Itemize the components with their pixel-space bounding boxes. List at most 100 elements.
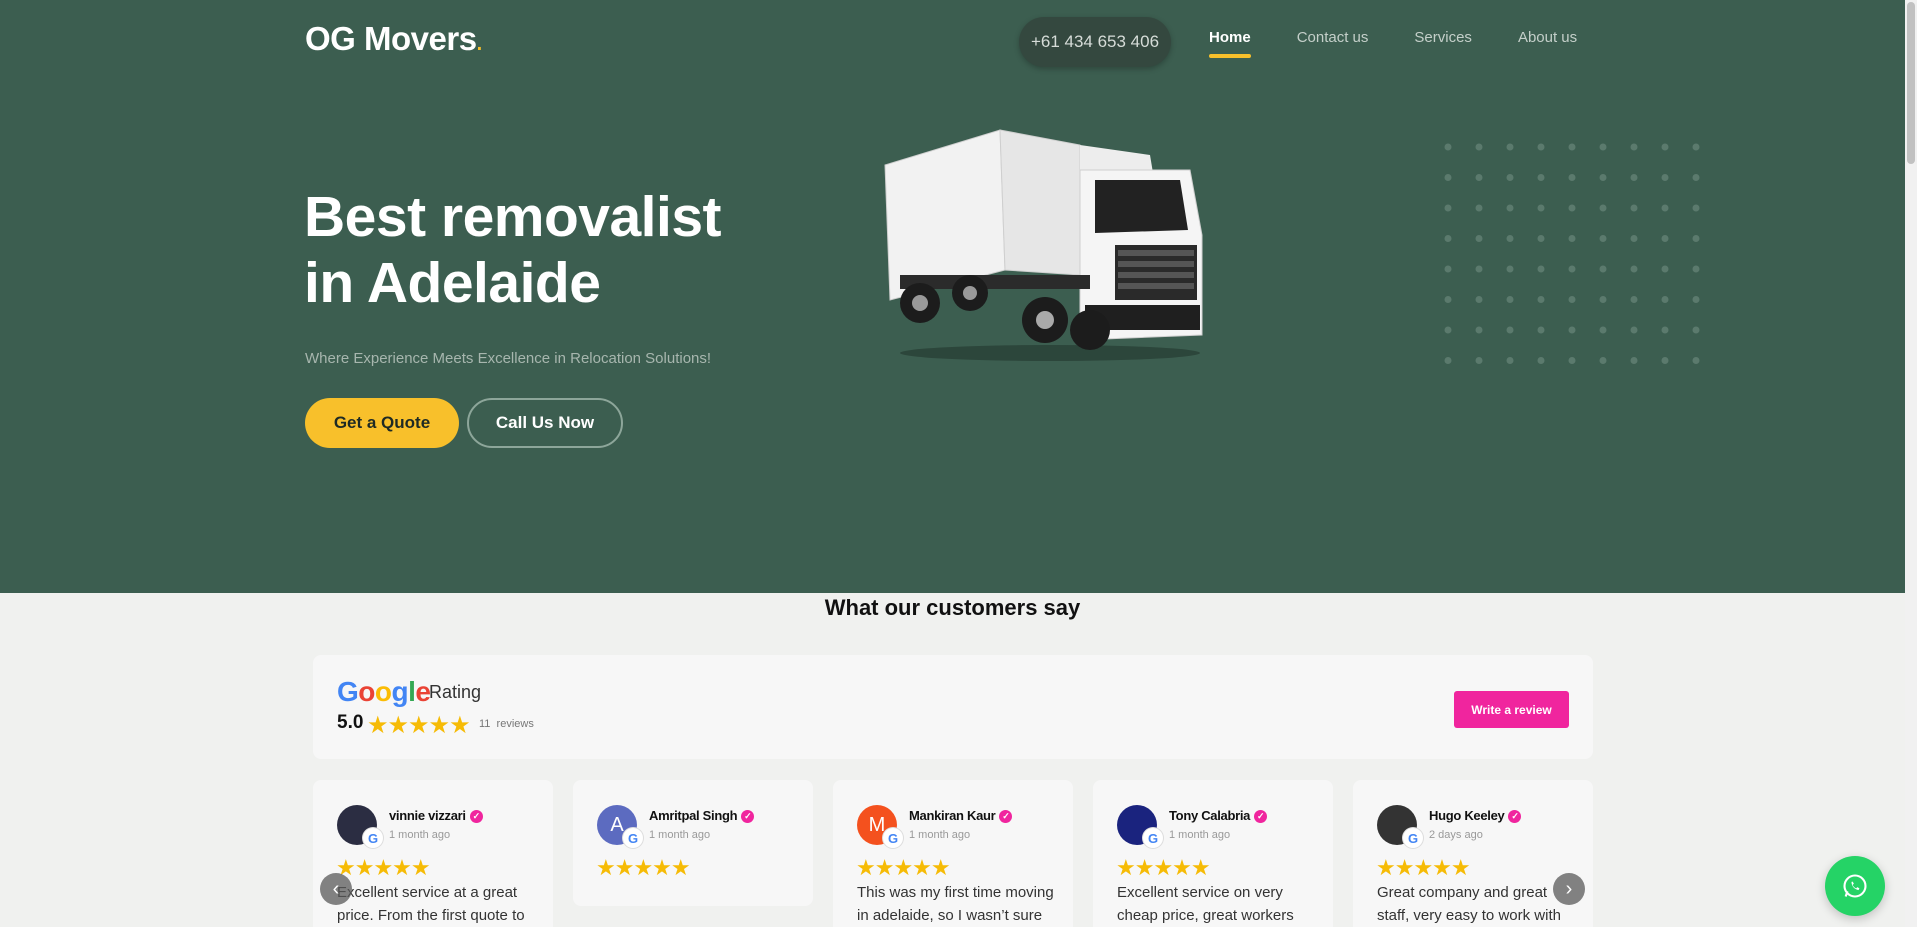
- decor-dot: [1661, 357, 1669, 364]
- review-stars: ★★★★★: [1116, 855, 1211, 880]
- decor-dot: [1506, 204, 1514, 212]
- review-card: G Tony Calabria ✓ 1 month ago ★★★★★ Excellent…: [1093, 780, 1333, 927]
- nav-contact-us[interactable]: Contact us: [1297, 29, 1369, 61]
- decor-dot: [1630, 265, 1638, 273]
- review-text: This was my first time moving in adelaid…: [857, 884, 1054, 924]
- decor-dot: [1630, 296, 1638, 303]
- decor-dot: [1599, 204, 1607, 212]
- decor-dot: [1537, 235, 1545, 242]
- decor-dot: [1506, 265, 1514, 273]
- phone-button[interactable]: +61 434 653 406: [1019, 17, 1171, 67]
- truck-image: [884, 129, 1203, 361]
- decor-dot: [1661, 143, 1669, 151]
- verified-icon: ✓: [741, 810, 755, 823]
- hero-title-line2: in Adelaide: [304, 251, 601, 315]
- write-review-button[interactable]: Write a review: [1454, 691, 1569, 728]
- reviewer-name-text: Amritpal Singh: [649, 808, 738, 823]
- decor-dot: [1444, 357, 1452, 364]
- decor-dot: [1537, 326, 1545, 334]
- decor-dot: [1475, 296, 1483, 303]
- review-stars: ★★★★★: [596, 855, 691, 880]
- review-count: 11 reviews: [479, 718, 534, 730]
- logo-dot: .: [476, 33, 483, 55]
- logo-text[interactable]: OG Movers: [305, 20, 477, 57]
- nav-about-us[interactable]: About us: [1518, 29, 1577, 61]
- review-date: 1 month ago: [1169, 829, 1231, 841]
- review-date: 1 month ago: [389, 829, 451, 841]
- scrollbar-thumb[interactable]: [1907, 2, 1915, 164]
- decor-dot: [1506, 235, 1514, 242]
- decor-dot: [1661, 235, 1669, 242]
- decor-dot: [1661, 174, 1669, 181]
- reviewer-name: Amritpal Singh ✓: [649, 808, 755, 823]
- decor-dot: [1599, 235, 1607, 242]
- decor-dot: [1475, 357, 1483, 364]
- decor-dot: [1692, 143, 1700, 151]
- decor-dot: [1630, 235, 1638, 242]
- decor-dot: [1661, 204, 1669, 212]
- decor-dot: [1568, 174, 1576, 181]
- main-nav: Home Contact us Services About us: [1209, 29, 1577, 61]
- site-logo[interactable]: OG Movers.: [305, 20, 482, 58]
- verified-icon: ✓: [999, 810, 1013, 823]
- decor-dot: [1475, 204, 1483, 212]
- rating-stars: ★★★★★: [367, 712, 471, 739]
- reviewer-name: vinnie vizzari ✓: [389, 808, 483, 823]
- decor-dot: [1568, 204, 1576, 212]
- decor-dot: [1506, 357, 1514, 364]
- review-card: G Hugo Keeley ✓ 2 days ago ★★★★★ Great compan…: [1353, 780, 1593, 927]
- rating-score: 5.0: [337, 712, 364, 733]
- decor-dot: [1444, 326, 1452, 334]
- call-us-button[interactable]: Call Us Now: [467, 398, 623, 448]
- decor-dot: [1475, 143, 1483, 151]
- get-quote-button[interactable]: Get a Quote: [305, 398, 459, 448]
- chevron-right-icon[interactable]: ›: [1553, 873, 1585, 905]
- review-stars: ★★★★★: [856, 855, 951, 880]
- rating-label: Rating: [429, 682, 482, 702]
- decor-dot: [1444, 265, 1452, 273]
- decor-dot: [1537, 143, 1545, 151]
- decor-dot: [1630, 143, 1638, 151]
- decor-dot: [1568, 326, 1576, 334]
- dot-grid-decoration: [1444, 143, 1700, 364]
- decor-dot: [1537, 296, 1545, 303]
- decor-dot: [1568, 265, 1576, 273]
- decor-dot: [1692, 326, 1700, 334]
- decor-dot: [1661, 296, 1669, 303]
- page-scrollbar[interactable]: [1905, 0, 1917, 927]
- decor-dot: [1630, 204, 1638, 212]
- decor-dot: [1537, 357, 1545, 364]
- decor-dot: [1630, 326, 1638, 334]
- decor-dot: [1568, 357, 1576, 364]
- google-g-icon: G: [363, 828, 383, 848]
- decor-dot: [1599, 296, 1607, 303]
- decor-dot: [1692, 204, 1700, 212]
- decor-dot: [1692, 357, 1700, 364]
- reviewer-name-text: Hugo Keeley: [1429, 808, 1505, 823]
- decor-dot: [1630, 357, 1638, 364]
- decor-dot: [1444, 235, 1452, 242]
- decor-dot: [1692, 174, 1700, 181]
- reviewer-name: Tony Calabria ✓: [1169, 808, 1268, 823]
- decor-dot: [1692, 235, 1700, 242]
- review-date: 1 month ago: [909, 829, 971, 841]
- verified-icon: ✓: [1254, 810, 1268, 823]
- decor-dot: [1444, 174, 1452, 181]
- reviewer-name-text: vinnie vizzari: [389, 808, 466, 823]
- decor-dot: [1506, 296, 1514, 303]
- decor-dot: [1475, 326, 1483, 334]
- decor-dot: [1692, 265, 1700, 273]
- review-count-number: 11: [479, 718, 491, 730]
- decor-dot: [1599, 326, 1607, 334]
- chevron-left-icon[interactable]: ‹: [320, 873, 352, 905]
- reviewer-name: Hugo Keeley ✓: [1429, 808, 1522, 823]
- google-g-icon: G: [1403, 828, 1423, 848]
- decor-dot: [1444, 143, 1452, 151]
- verified-icon: ✓: [1508, 810, 1522, 823]
- decor-dot: [1444, 296, 1452, 303]
- whatsapp-button[interactable]: [1825, 856, 1885, 916]
- google-g-icon: G: [1143, 828, 1163, 848]
- nav-home[interactable]: Home: [1209, 29, 1251, 61]
- nav-services[interactable]: Services: [1414, 29, 1472, 61]
- hero-subtitle: Where Experience Meets Excellence in Rel…: [305, 350, 712, 367]
